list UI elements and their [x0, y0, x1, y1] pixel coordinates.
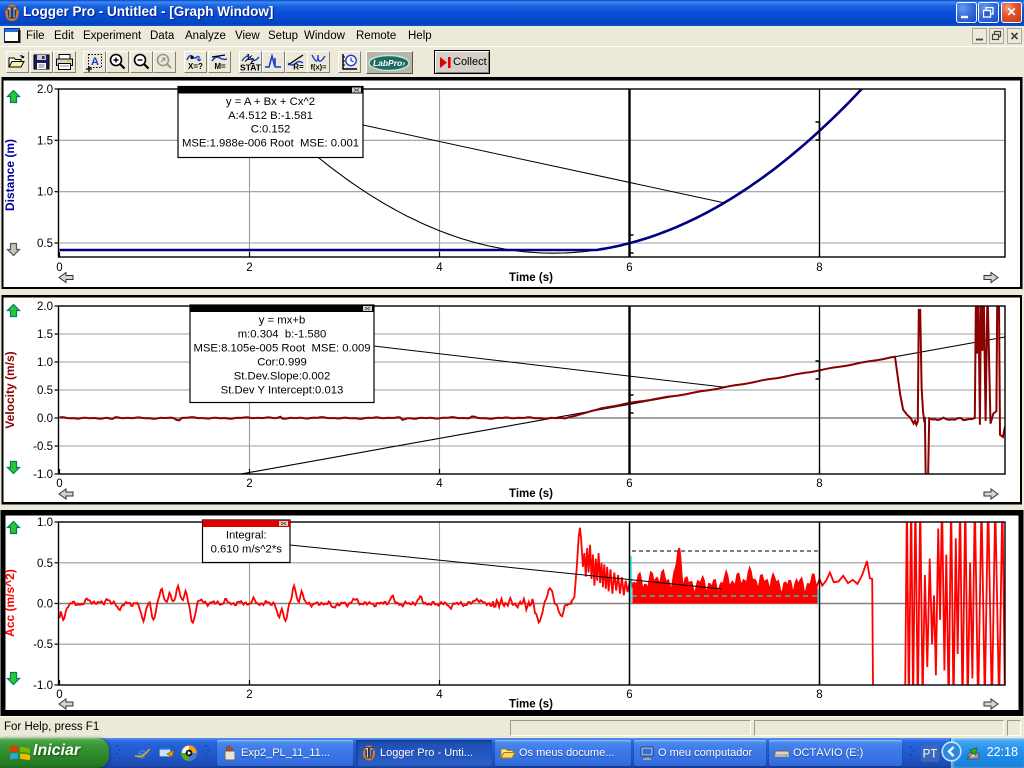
- svg-text:0: 0: [56, 262, 62, 274]
- svg-text:1.0: 1.0: [37, 187, 53, 199]
- svg-text:6: 6: [626, 478, 632, 490]
- svg-text:4: 4: [436, 262, 443, 274]
- svg-text:A: A: [91, 56, 99, 68]
- svg-text:MSE:1.988e-006 Root MSE: 0.00: MSE:1.988e-006 Root MSE: 0.001: [182, 137, 359, 149]
- svg-text:X=?: X=?: [188, 62, 203, 71]
- svg-text:Cor:0.999: Cor:0.999: [257, 357, 307, 369]
- svg-text:8: 8: [816, 478, 822, 490]
- svg-text:Time (s): Time (s): [509, 699, 553, 711]
- svg-text:6: 6: [626, 262, 632, 274]
- svg-text:0: 0: [56, 478, 62, 490]
- svg-text:-1.0: -1.0: [33, 680, 53, 692]
- svg-text:1.0: 1.0: [37, 357, 53, 369]
- svg-text:f(x)=: f(x)=: [310, 63, 327, 72]
- svg-text:1.5: 1.5: [37, 135, 53, 147]
- svg-text:1.5: 1.5: [37, 329, 53, 341]
- svg-text:PT: PT: [923, 749, 938, 761]
- svg-text:m:0.304 b:-1.580: m:0.304 b:-1.580: [238, 329, 327, 341]
- svg-text:Velocity (m/s): Velocity (m/s): [3, 351, 17, 428]
- svg-text:St.Dev Y Intercept:0.013: St.Dev Y Intercept:0.013: [221, 385, 344, 397]
- svg-text:Time (s): Time (s): [509, 488, 553, 500]
- svg-text:0.5: 0.5: [37, 558, 53, 570]
- svg-text:STAT: STAT: [240, 63, 261, 73]
- svg-text:Distance (m): Distance (m): [3, 139, 17, 211]
- svg-text:-0.5: -0.5: [33, 639, 53, 651]
- svg-text:0.0: 0.0: [37, 413, 53, 425]
- svg-text:-0.5: -0.5: [33, 441, 53, 453]
- svg-text:6: 6: [626, 689, 632, 701]
- svg-text:8: 8: [816, 689, 822, 701]
- svg-text:y = mx+b: y = mx+b: [259, 315, 305, 327]
- svg-text:St.Dev.Slope:0.002: St.Dev.Slope:0.002: [234, 371, 331, 383]
- svg-text:y = A + Bx + Cx^2: y = A + Bx + Cx^2: [226, 96, 315, 108]
- svg-text:0.5: 0.5: [37, 385, 53, 397]
- svg-text:Acc (m/s^2): Acc (m/s^2): [3, 569, 17, 637]
- svg-text:C:0.152: C:0.152: [251, 124, 291, 136]
- svg-text:2: 2: [246, 478, 252, 490]
- svg-text:0: 0: [56, 689, 62, 701]
- svg-text:1.0: 1.0: [37, 517, 53, 529]
- svg-text:0.5: 0.5: [37, 238, 53, 250]
- svg-text:0.610 m/s^2*s: 0.610 m/s^2*s: [211, 544, 283, 556]
- svg-text:Integral:: Integral:: [226, 530, 267, 542]
- svg-text:0.0: 0.0: [37, 599, 53, 611]
- svg-text:2: 2: [246, 689, 252, 701]
- svg-text:2.0: 2.0: [37, 301, 53, 313]
- svg-text:-1.0: -1.0: [33, 469, 53, 481]
- svg-text:MSE:8.105e-005 Root MSE: 0.00: MSE:8.105e-005 Root MSE: 0.009: [193, 343, 370, 355]
- svg-text:2.0: 2.0: [37, 84, 53, 96]
- svg-text:Time (s): Time (s): [509, 272, 553, 284]
- svg-text:A:4.512 B:-1.581: A:4.512 B:-1.581: [228, 110, 313, 122]
- svg-text:2: 2: [246, 262, 252, 274]
- svg-text:R=: R=: [293, 63, 304, 72]
- svg-text:M=: M=: [214, 62, 226, 71]
- svg-text:8: 8: [816, 262, 822, 274]
- svg-text:LabPro›: LabPro›: [373, 58, 405, 68]
- svg-text:4: 4: [436, 689, 443, 701]
- svg-text:4: 4: [436, 478, 443, 490]
